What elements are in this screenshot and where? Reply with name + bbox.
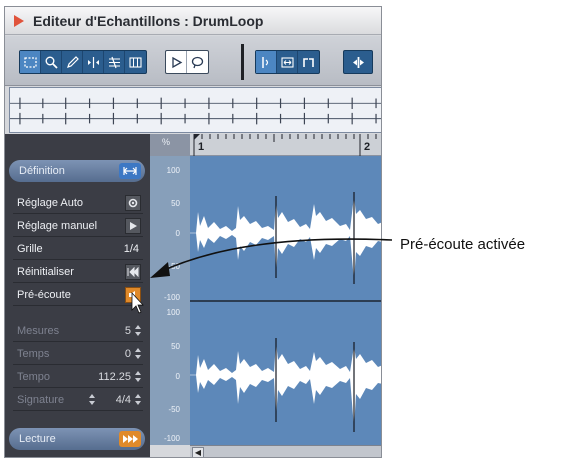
manual-adjust-row[interactable]: Réglage manuel	[13, 215, 143, 237]
inspector-panel: Définition Réglage Auto Réglage manuel G…	[5, 134, 150, 457]
signature-row[interactable]: Signature 4/4	[13, 389, 143, 411]
ruler-corner: %	[150, 134, 190, 156]
tempo-row[interactable]: Tempo 112.25	[13, 366, 143, 388]
ruler-mark-1: 1	[198, 141, 205, 153]
scroll-left-icon[interactable]: ◀	[192, 447, 204, 457]
title-bar[interactable]: Editeur d'Echantillons : DrumLoop	[5, 7, 381, 35]
toolbar-divider	[241, 44, 244, 80]
scrub-icon[interactable]	[104, 51, 125, 73]
tool-group-insert	[343, 50, 373, 74]
pre-listen-row[interactable]: Pré-écoute	[13, 284, 143, 306]
overview-waveform-icon	[10, 97, 381, 125]
bars-spinner-icon[interactable]	[135, 324, 141, 337]
waveform-icon	[190, 192, 381, 432]
tool-group-play	[165, 50, 209, 74]
snap-icon[interactable]	[277, 51, 298, 73]
bars-row[interactable]: Mesures 5	[13, 320, 143, 342]
speaker-icon[interactable]	[125, 287, 141, 303]
playback-label: Lecture	[19, 433, 56, 445]
ytick-lower-50: 50	[171, 342, 180, 351]
beats-spinner-icon[interactable]	[135, 347, 141, 360]
range-select-icon[interactable]	[20, 51, 41, 73]
ytick-upper-minus50: -50	[168, 262, 180, 271]
playback-header[interactable]: Lecture	[9, 428, 145, 450]
fast-forward-icon[interactable]	[119, 431, 141, 447]
ruler-mark-2: 2	[364, 141, 371, 153]
beats-value[interactable]: 0	[125, 348, 131, 360]
play-icon[interactable]	[166, 51, 187, 73]
window-title: Editeur d'Echantillons : DrumLoop	[33, 12, 264, 29]
beats-row[interactable]: Temps 0	[13, 343, 143, 365]
ytick-upper-0: 0	[175, 229, 180, 238]
tempo-spinner-icon[interactable]	[135, 370, 141, 383]
beats-label: Temps	[17, 347, 50, 360]
reset-row[interactable]: Réinitialiser	[13, 261, 143, 283]
tool-group-edit	[19, 50, 147, 74]
gear-icon[interactable]	[125, 195, 141, 211]
definition-toggle-icon[interactable]	[119, 163, 141, 179]
ytick-lower-minus50: -50	[168, 405, 180, 414]
amplitude-scale: 100 50 0 -50 -100 100 50 0 -50 -100	[150, 156, 190, 445]
app-icon	[14, 14, 24, 27]
ytick-upper-minus100: -100	[163, 293, 180, 302]
waveform-overview[interactable]	[9, 87, 381, 133]
pencil-icon[interactable]	[62, 51, 83, 73]
manual-adjust-label: Réglage manuel	[17, 219, 98, 232]
grid-label: Grille	[17, 242, 43, 255]
zoom-icon[interactable]	[41, 51, 62, 73]
bars-value[interactable]: 5	[125, 325, 131, 337]
definition-header[interactable]: Définition	[9, 160, 145, 182]
play-tool-icon[interactable]	[83, 51, 104, 73]
loop-icon[interactable]	[187, 51, 208, 73]
tempo-label: Tempo	[17, 370, 51, 383]
ruler-ticks	[193, 134, 377, 156]
play-arrow-icon[interactable]	[125, 218, 141, 234]
ytick-lower-0: 0	[175, 372, 180, 381]
signature-spinner-icon[interactable]	[135, 393, 141, 406]
grid-row[interactable]: Grille 1/4	[13, 238, 143, 260]
ruler[interactable]: 1 2	[190, 134, 381, 156]
audition-icon[interactable]	[256, 51, 277, 73]
reset-label: Réinitialiser	[17, 265, 74, 278]
insert-icon[interactable]	[345, 51, 371, 73]
bars-label: Mesures	[17, 324, 60, 337]
horizontal-scrollbar[interactable]: ◀	[190, 445, 381, 457]
hitpoint-icon[interactable]	[298, 51, 319, 73]
grid-value[interactable]: 1/4	[124, 243, 139, 255]
grid-icon[interactable]	[125, 51, 146, 73]
signature-value[interactable]: 4/4	[116, 394, 131, 406]
ytick-lower-minus100: -100	[163, 434, 180, 443]
ytick-lower-100: 100	[166, 308, 180, 317]
ytick-upper-100: 100	[166, 166, 180, 175]
tempo-value[interactable]: 112.25	[98, 371, 131, 383]
signature-spinner-left-icon[interactable]	[89, 393, 95, 406]
ruler-unit: %	[162, 137, 171, 147]
callout-label: Pré-écoute activée	[400, 236, 526, 253]
signature-label: Signature	[17, 393, 65, 406]
tool-group-snap	[255, 50, 320, 74]
toolbar	[5, 36, 381, 86]
definition-label: Définition	[19, 165, 65, 177]
auto-adjust-row[interactable]: Réglage Auto	[13, 192, 143, 214]
reset-icon[interactable]	[125, 264, 141, 280]
ytick-upper-50: 50	[171, 199, 180, 208]
pre-listen-label: Pré-écoute	[17, 288, 71, 301]
auto-adjust-label: Réglage Auto	[17, 196, 84, 209]
waveform-display[interactable]	[190, 156, 381, 445]
sample-editor-window: Editeur d'Echantillons : DrumLoop Défini…	[4, 6, 382, 458]
